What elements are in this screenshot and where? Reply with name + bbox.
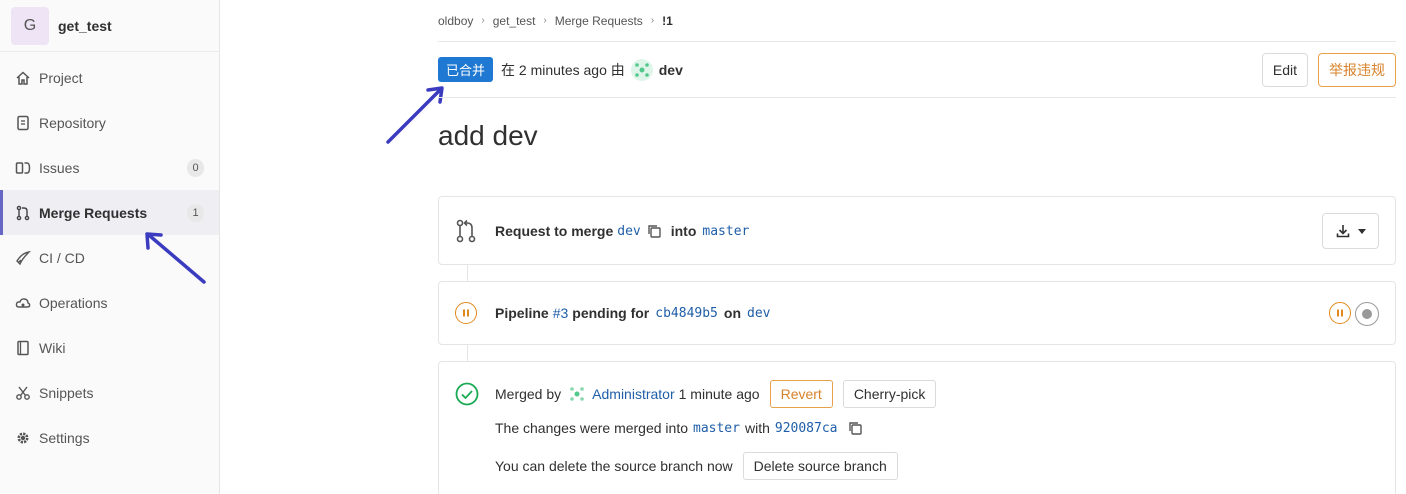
sidebar-item-label: Project xyxy=(39,69,83,86)
breadcrumb-project[interactable]: get_test xyxy=(493,14,536,28)
home-icon xyxy=(15,70,31,86)
book-icon xyxy=(15,340,31,356)
sidebar-item-wiki[interactable]: Wiki xyxy=(0,325,219,370)
merged-target-branch[interactable]: master xyxy=(693,421,740,436)
sidebar-item-label: Operations xyxy=(39,294,108,311)
merge-request-row: Request to merge dev into master xyxy=(455,219,749,243)
annotation-arrow-merge-requests xyxy=(145,232,206,284)
stage-created-icon[interactable] xyxy=(1355,302,1379,326)
timeline-connector xyxy=(467,345,468,361)
breadcrumb-current[interactable]: !1 xyxy=(662,14,673,28)
sidebar-item-settings[interactable]: Settings xyxy=(0,415,219,460)
merge-commit-link[interactable]: 920087ca xyxy=(775,421,838,436)
scissors-icon xyxy=(15,385,31,401)
mr-header: 已合并 在 2 minutes ago 由 dev Edit 举报违规 xyxy=(438,42,1396,98)
revert-button[interactable]: Revert xyxy=(769,380,833,408)
breadcrumb-group[interactable]: oldboy xyxy=(438,14,473,28)
rocket-icon xyxy=(15,250,31,266)
merge-request-icon xyxy=(455,219,477,243)
pipeline-row: Pipeline #3 pending for cb4849b5 on dev xyxy=(455,302,770,324)
copy-icon[interactable] xyxy=(848,421,862,435)
mr-meta-text: 在 2 minutes ago 由 xyxy=(501,61,625,78)
chevron-right-icon: › xyxy=(481,15,485,26)
pipeline-stages xyxy=(1329,302,1379,326)
merge-icon xyxy=(15,205,31,221)
delete-source-branch-button[interactable]: Delete source branch xyxy=(742,452,898,480)
merged-by-row: Merged by Administrator 1 minute ago Rev… xyxy=(455,380,937,408)
breadcrumb-merge-requests[interactable]: Merge Requests xyxy=(555,14,643,28)
chevron-right-icon: › xyxy=(650,15,655,26)
cloud-gear-icon xyxy=(15,295,31,311)
merged-changes-row: The changes were merged into master with… xyxy=(495,420,862,436)
breadcrumb: oldboy › get_test › Merge Requests › !1 xyxy=(438,0,1396,42)
target-branch[interactable]: master xyxy=(702,224,749,239)
cherry-pick-button[interactable]: Cherry-pick xyxy=(842,380,937,408)
delete-branch-text: You can delete the source branch now xyxy=(495,458,733,474)
changes-text: The changes were merged into xyxy=(495,420,688,436)
download-icon xyxy=(1336,224,1350,238)
sidebar-item-snippets[interactable]: Snippets xyxy=(0,370,219,415)
merged-by-label: Merged by xyxy=(495,386,562,402)
project-header[interactable]: G get_test xyxy=(0,0,219,52)
author-name[interactable]: dev xyxy=(659,62,683,78)
issues-count-badge: 0 xyxy=(187,158,204,177)
merged-time: 1 minute ago xyxy=(678,386,760,402)
sidebar-item-repository[interactable]: Repository xyxy=(0,100,219,145)
timeline-connector xyxy=(467,265,468,281)
into-text: into xyxy=(670,223,697,239)
merged-widget: Merged by Administrator 1 minute ago Rev… xyxy=(438,361,1396,494)
sidebar-item-label: Wiki xyxy=(39,339,66,356)
pipeline-branch-link[interactable]: dev xyxy=(747,306,770,321)
sidebar-item-issues[interactable]: Issues 0 xyxy=(0,145,219,190)
success-check-icon xyxy=(455,382,479,406)
merge-requests-count-badge: 1 xyxy=(187,203,204,222)
chevron-right-icon: › xyxy=(543,15,547,26)
delete-branch-row: You can delete the source branch now Del… xyxy=(495,452,898,480)
sidebar-item-label: Settings xyxy=(39,429,90,446)
pipeline-id-link[interactable]: #3 xyxy=(553,305,569,321)
pipeline-status-text: pending for xyxy=(572,305,650,321)
caret-down-icon xyxy=(1357,228,1366,234)
edit-button[interactable]: Edit xyxy=(1261,52,1308,87)
sidebar-item-project[interactable]: Project xyxy=(0,55,219,100)
merge-request-widget: Request to merge dev into master xyxy=(438,196,1396,265)
with-text: with xyxy=(744,420,770,436)
sidebar-item-label: Merge Requests xyxy=(39,204,148,221)
copy-icon[interactable] xyxy=(647,224,661,238)
sidebar-item-label: Repository xyxy=(39,114,106,131)
status-badge: 已合并 xyxy=(438,57,494,82)
pipeline-pending-icon[interactable] xyxy=(455,302,477,324)
stage-pending-icon[interactable] xyxy=(1329,302,1351,324)
issues-icon xyxy=(15,160,31,176)
doc-icon xyxy=(15,115,31,131)
pipeline-widget: Pipeline #3 pending for cb4849b5 on dev xyxy=(438,281,1396,345)
gear-icon xyxy=(15,430,31,446)
sidebar-item-label: Snippets xyxy=(39,384,94,401)
avatar[interactable] xyxy=(630,58,653,81)
project-avatar: G xyxy=(11,6,49,45)
header-actions: Edit 举报违规 xyxy=(1261,52,1396,87)
main-content: oldboy › get_test › Merge Requests › !1 … xyxy=(438,0,1396,494)
request-text: Request to merge xyxy=(495,223,614,239)
pipeline-commit-link[interactable]: cb4849b5 xyxy=(655,306,718,321)
avatar[interactable] xyxy=(569,386,585,402)
pipeline-on-text: on xyxy=(723,305,741,321)
sidebar-item-label: CI / CD xyxy=(39,249,85,266)
report-abuse-button[interactable]: 举报违规 xyxy=(1318,52,1396,87)
sidebar-item-label: Issues xyxy=(39,159,80,176)
project-name[interactable]: get_test xyxy=(58,18,112,34)
download-dropdown[interactable] xyxy=(1322,213,1379,249)
pipeline-label: Pipeline xyxy=(495,305,549,321)
page-title: add dev xyxy=(438,120,538,151)
merged-by-user-link[interactable]: Administrator xyxy=(592,386,674,402)
source-branch[interactable]: dev xyxy=(617,224,640,239)
